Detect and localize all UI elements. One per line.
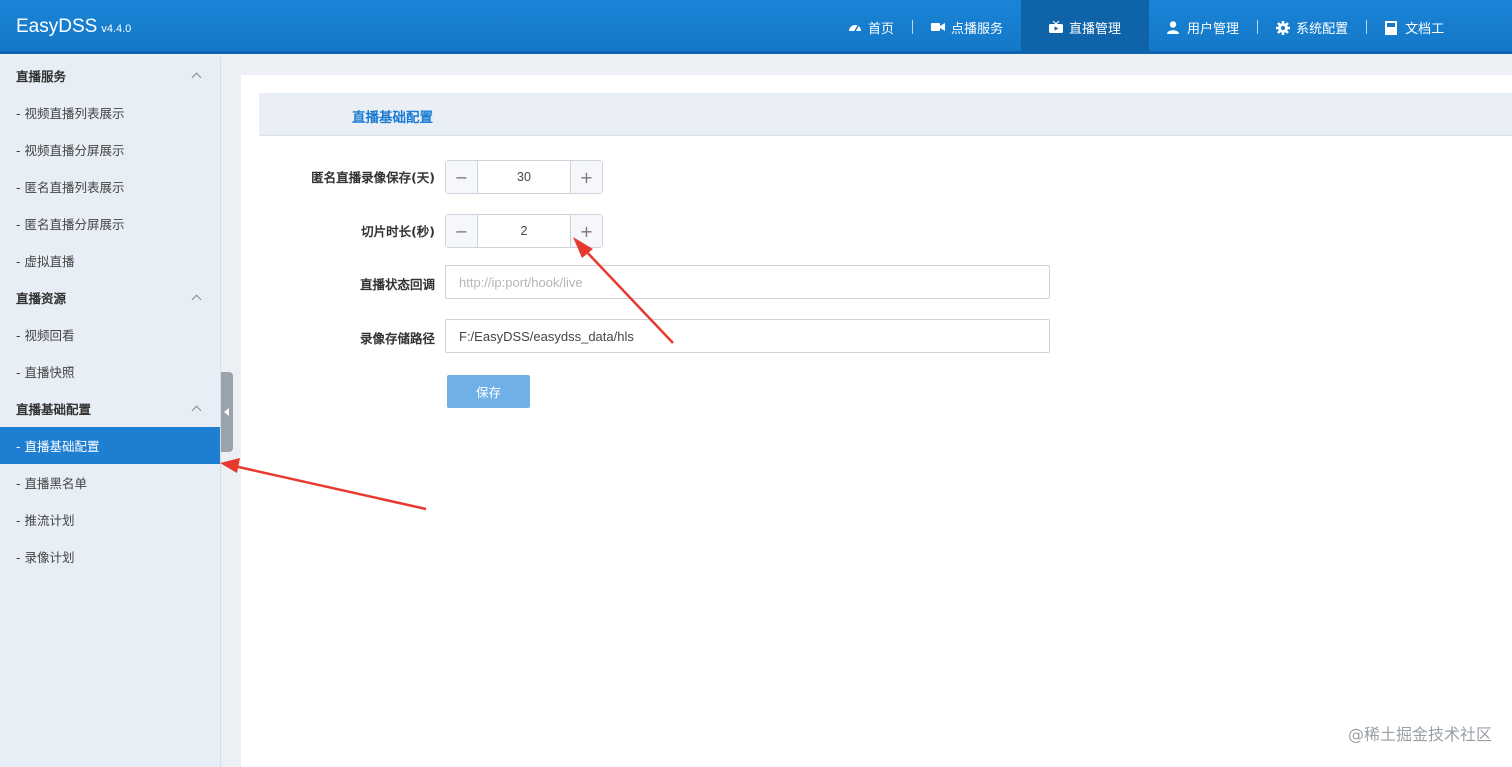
sidebar-item-virtual-live[interactable]: - 虚拟直播 [0,242,220,279]
chevron-up-icon [191,294,202,305]
nav-home-label: 首页 [868,21,895,37]
tv-icon [1049,20,1064,33]
sidebar-group-title: 直播资源 [16,291,67,306]
sidebar-item-live-basic-config[interactable]: - 直播基础配置 [0,427,220,464]
storage-path-input[interactable] [445,319,1050,353]
nav-live-management[interactable]: 直播管理 [1021,0,1150,54]
record-keep-value[interactable]: 30 [478,161,570,193]
sidebar-group-live-service[interactable]: 直播服务 [0,57,220,94]
decrement-button[interactable]: − [446,161,478,193]
callback-label: 直播状态回调 [359,277,435,292]
sidebar-collapse-handle[interactable] [221,372,233,452]
brand-name: EasyDSS [16,16,98,37]
increment-button[interactable]: + [570,215,602,247]
sidebar-item-anon-live-split[interactable]: - 匿名直播分屏展示 [0,205,220,242]
panel-title: 直播基础配置 [352,110,433,126]
nav-vod-label: 点播服务 [951,21,1004,37]
sidebar-item-video-live-list[interactable]: - 视频直播列表展示 [0,94,220,131]
storage-path-label: 录像存储路径 [359,331,435,346]
chevron-up-icon [191,72,202,83]
dashboard-icon [848,21,862,33]
increment-button[interactable]: + [570,161,602,193]
gear-icon [1276,21,1291,35]
nav-home[interactable]: 首页 [830,0,912,54]
panel-header: 直播基础配置 [259,93,1512,136]
sidebar-item-anon-live-list[interactable]: - 匿名直播列表展示 [0,168,220,205]
nav-vod-service[interactable]: 点播服务 [913,0,1021,54]
nav-docs-label: 文档工 [1405,21,1445,37]
sidebar-item-snapshot[interactable]: - 直播快照 [0,353,220,390]
collapse-arrow-icon [224,408,229,416]
brand-logo[interactable]: EasyDSS v4.4.0 [16,16,131,38]
sidebar-item-push-plan[interactable]: - 推流计划 [0,501,220,538]
nav-docs[interactable]: 文档工 [1367,0,1462,54]
nav-live-label: 直播管理 [1069,21,1122,37]
save-button[interactable]: 保存 [447,375,530,408]
slice-duration-label: 切片时长(秒) [361,224,435,239]
sidebar-group-live-basic-config[interactable]: 直播基础配置 [0,390,220,427]
nav-system-label: 系统配置 [1296,21,1349,37]
sidebar: 直播服务 - 视频直播列表展示 - 视频直播分屏展示 - 匿名直播列表展示 - … [0,57,221,767]
sidebar-item-video-live-split[interactable]: - 视频直播分屏展示 [0,131,220,168]
record-keep-label: 匿名直播录像保存(天) [311,170,435,185]
nav-system-config[interactable]: 系统配置 [1258,0,1366,54]
top-header: EasyDSS v4.4.0 首页 点播服务 直播管理 用户管理 系统配置 文档… [0,0,1512,54]
decrement-button[interactable]: − [446,215,478,247]
user-icon [1167,21,1181,34]
video-camera-icon [931,21,946,33]
sidebar-group-title: 直播基础配置 [16,402,92,417]
document-icon [1385,21,1399,35]
sidebar-group-live-resources[interactable]: 直播资源 [0,279,220,316]
sidebar-item-playback[interactable]: - 视频回看 [0,316,220,353]
slice-duration-stepper: − 2 + [445,214,603,248]
sidebar-group-title: 直播服务 [16,69,67,84]
record-keep-stepper: − 30 + [445,160,603,194]
slice-duration-value[interactable]: 2 [478,215,570,247]
nav-user-management[interactable]: 用户管理 [1149,0,1257,54]
sidebar-item-record-plan[interactable]: - 录像计划 [0,538,220,575]
brand-version: v4.4.0 [101,23,132,35]
nav-user-label: 用户管理 [1187,21,1240,37]
chevron-up-icon [191,405,202,416]
main-nav: 首页 点播服务 直播管理 用户管理 系统配置 文档工 [830,0,1462,54]
main-content: 直播基础配置 匿名直播录像保存(天) − 30 + 切片时长(秒) − 2 + … [241,75,1512,767]
watermark: @稀土掘金技术社区 [1347,725,1492,744]
sidebar-item-blacklist[interactable]: - 直播黑名单 [0,464,220,501]
callback-url-input[interactable] [445,265,1050,299]
